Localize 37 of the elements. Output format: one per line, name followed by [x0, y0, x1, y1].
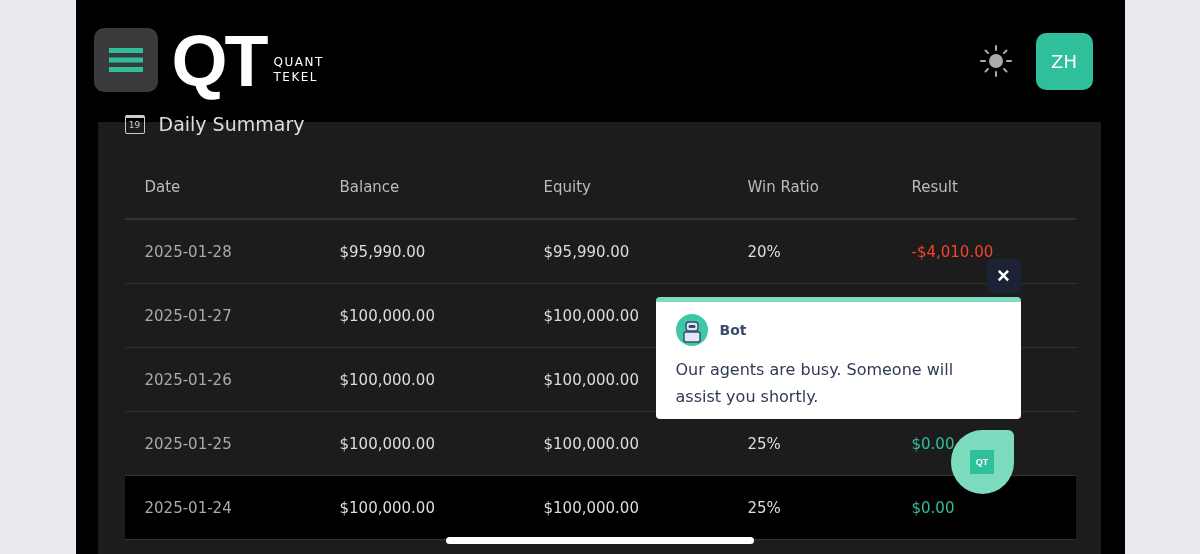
equity-cell: $100,000.00: [543, 434, 639, 453]
equity-cell: $95,990.00: [543, 242, 630, 261]
close-button[interactable]: ×: [986, 259, 1021, 293]
avatar-button[interactable]: ZH: [1035, 32, 1093, 90]
robot-avatar-icon: [675, 314, 708, 346]
equity-cell: $100,000.00: [543, 498, 639, 517]
balance-cell: $100,000.00: [339, 306, 435, 325]
win-ratio-cell: 25%: [747, 434, 781, 453]
column-header: Equity: [543, 178, 591, 196]
balance-cell: $100,000.00: [339, 370, 435, 389]
win-ratio-cell: 20%: [747, 242, 781, 261]
result-cell: $0.00: [911, 498, 955, 517]
equity-cell: $100,000.00: [543, 370, 639, 389]
date-cell: 2025-01-28: [144, 242, 232, 261]
logo-text: QUANT: [273, 55, 324, 70]
date-cell: 2025-01-27: [144, 306, 232, 325]
column-header: Win Ratio: [747, 178, 819, 196]
chat-message: Our agents are busy. Someone will assist you shortly.: [675, 359, 955, 408]
logo-text: TEKEL: [273, 70, 320, 85]
sun-icon[interactable]: [979, 45, 1012, 77]
equity-cell: $100,000.00: [543, 306, 639, 325]
card-title: Daily Summary: [158, 113, 305, 135]
date-cell: 2025-01-24: [144, 498, 232, 517]
result-cell: -$4,010.00: [911, 242, 994, 261]
balance-cell: $100,000.00: [339, 434, 435, 453]
win-ratio-cell: 25%: [747, 498, 781, 517]
column-header: Date: [144, 178, 181, 196]
column-header: Balance: [339, 178, 400, 196]
sender-name: Bot: [719, 322, 747, 338]
date-cell: 2025-01-25: [144, 434, 232, 453]
date-cell: 2025-01-26: [144, 370, 232, 389]
menu-icon: [108, 48, 143, 72]
menu-button[interactable]: [93, 28, 158, 92]
balance-cell: $95,990.00: [339, 242, 426, 261]
column-header: Result: [911, 178, 958, 196]
balance-cell: $100,000.00: [339, 498, 435, 517]
calendar-icon: 19: [124, 114, 145, 134]
